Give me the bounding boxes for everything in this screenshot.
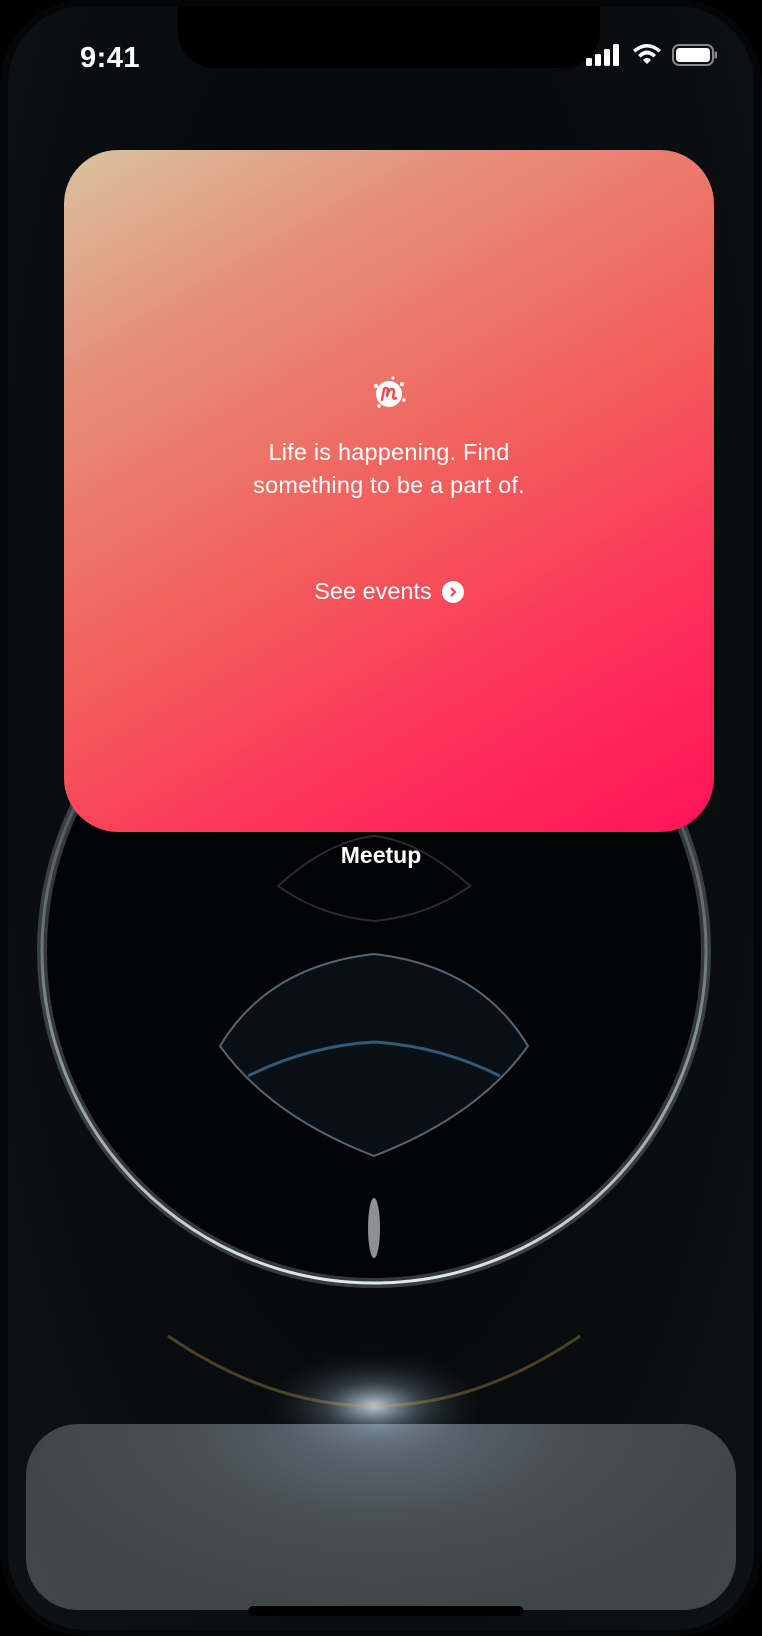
status-time: 9:41	[80, 42, 141, 74]
home-screen: 9:41 Life is happening. Find something t…	[8, 6, 754, 1630]
see-events-link[interactable]: See events	[64, 578, 714, 605]
cellular-signal-icon	[586, 44, 619, 66]
dock	[26, 1424, 736, 1610]
headline-line-2: something to be a part of.	[253, 472, 525, 498]
home-indicator[interactable]	[248, 1606, 524, 1616]
headline-line-1: Life is happening. Find	[268, 439, 510, 465]
see-events-label: See events	[314, 578, 432, 604]
meetup-logo-icon	[374, 376, 406, 408]
phone-frame: 9:41 Life is happening. Find something t…	[0, 0, 762, 1636]
notch	[178, 6, 600, 68]
chevron-right-circle-icon	[441, 580, 464, 603]
battery-icon	[672, 44, 717, 66]
meetup-widget[interactable]: Life is happening. Find something to be …	[64, 150, 714, 832]
wifi-icon	[633, 44, 661, 64]
widget-app-label: Meetup	[340, 842, 422, 868]
widget-headline: Life is happening. Find something to be …	[64, 436, 714, 502]
status-icons	[586, 44, 718, 66]
